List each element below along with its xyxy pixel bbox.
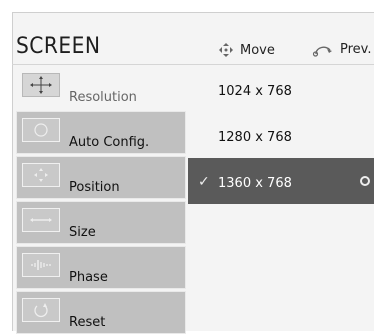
menu-item-size[interactable]: Size [16, 201, 186, 244]
header-divider [12, 64, 374, 65]
screen-menu: Resolution Auto Config. Position Size Ph… [16, 66, 186, 336]
move-hint: Move [218, 42, 275, 58]
option-label: 1024 x 768 [218, 84, 292, 99]
prev-label: Prev. [340, 42, 372, 57]
move-arrows-icon [218, 42, 234, 58]
auto-config-icon [22, 118, 60, 142]
checkmark-icon: ✓ [198, 174, 210, 190]
option-label: 1280 x 768 [218, 130, 292, 145]
menu-item-label: Resolution [69, 90, 137, 105]
menu-item-label: Size [69, 225, 96, 240]
position-icon [22, 163, 60, 187]
menu-item-label: Phase [69, 270, 108, 285]
page-title: SCREEN [16, 34, 101, 59]
option-label: 1360 x 768 [218, 176, 292, 191]
menu-item-position[interactable]: Position [16, 156, 186, 199]
reset-icon [22, 298, 60, 322]
prev-hint[interactable]: Prev. [312, 42, 371, 57]
resolution-icon [22, 73, 60, 97]
menu-item-reset[interactable]: Reset [16, 291, 186, 334]
move-label: Move [240, 42, 275, 58]
menu-item-label: Reset [69, 315, 106, 330]
resolution-option[interactable]: 1280 x 768 [188, 112, 374, 158]
resolution-option-selected[interactable]: ✓ 1360 x 768 [188, 158, 374, 204]
size-icon [22, 208, 60, 232]
phase-icon [22, 253, 60, 277]
menu-item-resolution[interactable]: Resolution [16, 66, 186, 109]
resolution-options: 1024 x 768 1280 x 768 ✓ 1360 x 768 [188, 66, 374, 204]
back-icon [312, 43, 334, 57]
menu-item-label: Position [69, 180, 120, 195]
menu-item-auto-config[interactable]: Auto Config. [16, 111, 186, 154]
resolution-option[interactable]: 1024 x 768 [188, 66, 374, 112]
menu-item-phase[interactable]: Phase [16, 246, 186, 289]
menu-item-label: Auto Config. [69, 135, 150, 150]
radio-indicator-icon [360, 176, 370, 186]
